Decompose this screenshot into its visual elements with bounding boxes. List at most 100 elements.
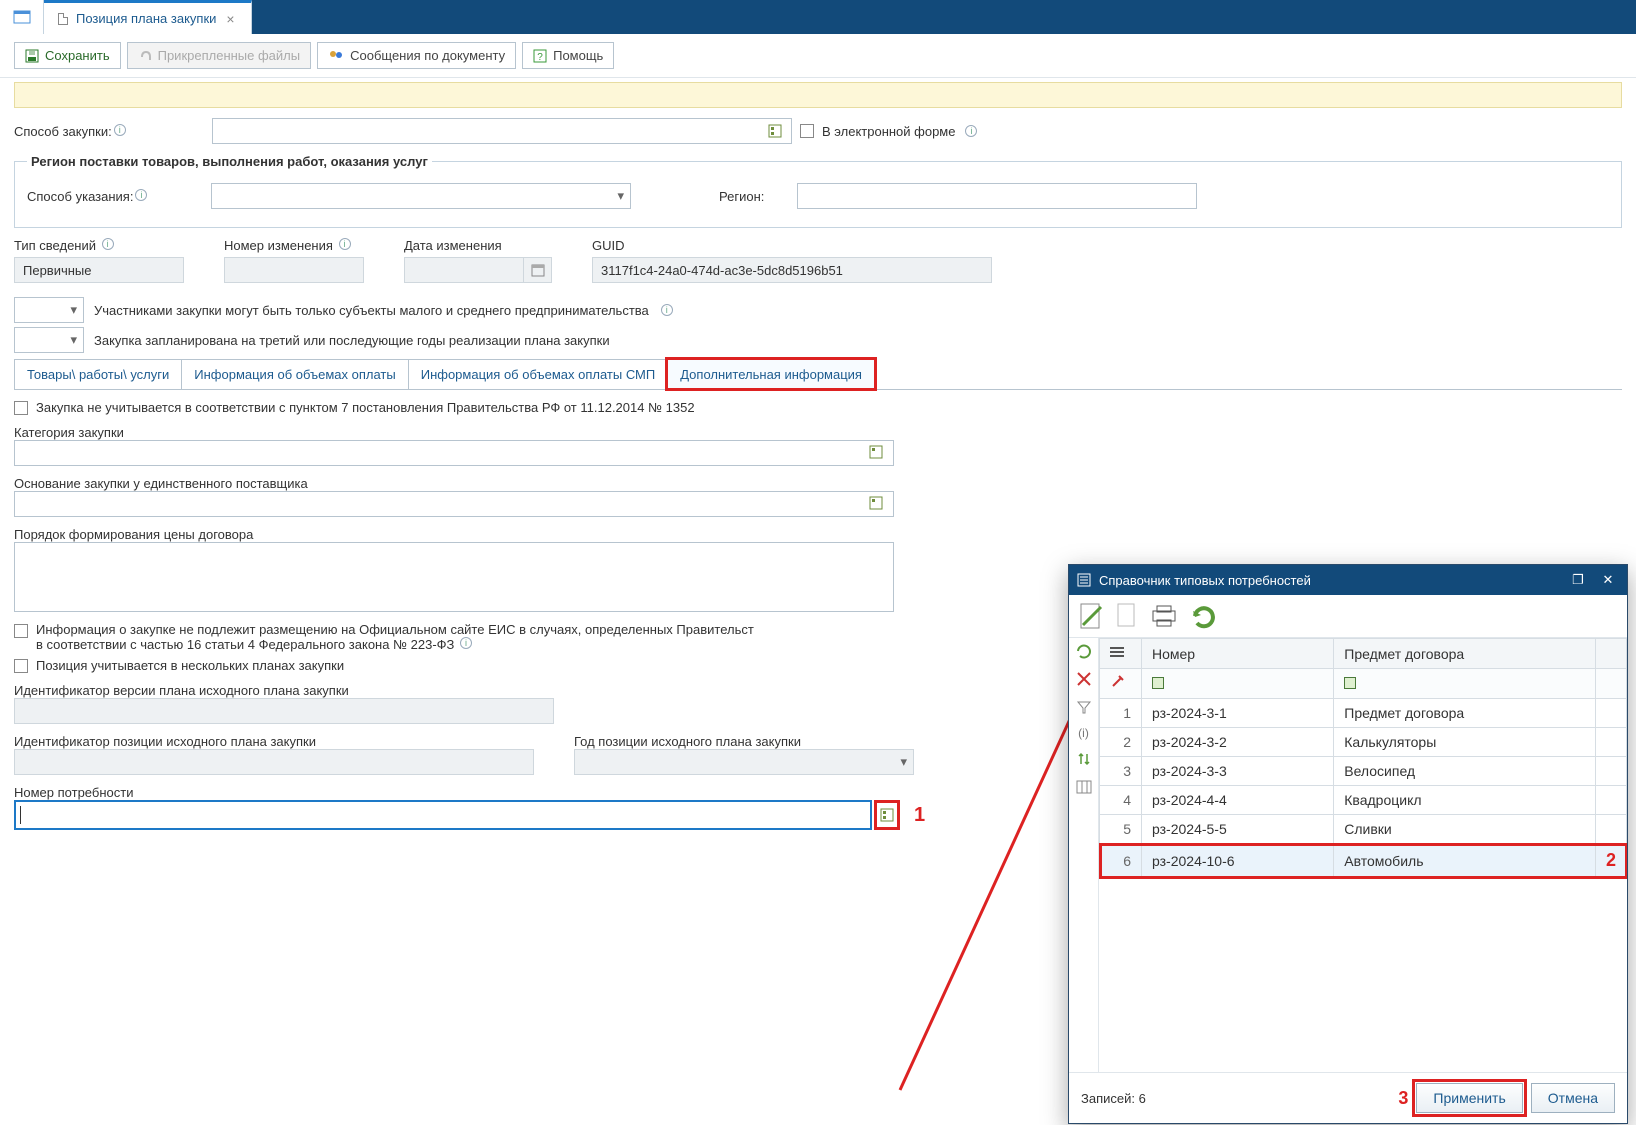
planned-dropdown[interactable]: ▾	[14, 327, 84, 353]
callout-1: 1	[914, 804, 925, 827]
col-menu[interactable]	[1100, 639, 1142, 669]
refresh-icon[interactable]	[1189, 603, 1219, 629]
chk-1352-label: Закупка не учитывается в соответствии с …	[36, 400, 695, 415]
info-type-label: Тип сведений i	[14, 238, 184, 253]
subtab-goods[interactable]: Товары\ работы\ услуги	[14, 359, 182, 389]
dialog-toolbar	[1069, 595, 1627, 638]
multi-plans-label: Позиция учитывается в нескольких планах …	[36, 658, 344, 673]
new-doc-icon[interactable]	[1115, 601, 1139, 631]
messages-label: Сообщения по документу	[350, 48, 505, 63]
info-icon[interactable]: i	[135, 189, 147, 201]
electronic-form-checkbox[interactable]	[800, 124, 814, 138]
info-type-value: Первичные	[14, 257, 184, 283]
info-icon[interactable]: i	[339, 238, 351, 250]
subtab-additional-info[interactable]: Дополнительная информация	[667, 359, 875, 389]
filter-number-cell[interactable]	[1142, 669, 1334, 699]
filter-icon[interactable]	[1075, 698, 1093, 716]
help-button[interactable]: ? Помощь	[522, 42, 614, 69]
chk-eis[interactable]	[14, 624, 28, 638]
dialog-footer: Записей: 6 3 Применить Отмена	[1069, 1072, 1627, 1123]
clear-filter-icon[interactable]	[1075, 670, 1093, 688]
change-date-field[interactable]	[404, 257, 552, 283]
year-pos-label: Год позиции исходного плана закупки	[574, 734, 914, 749]
filter-pin-cell[interactable]	[1100, 669, 1142, 699]
basis-label: Основание закупки у единственного постав…	[14, 476, 1622, 491]
chevron-down-icon: ▾	[617, 188, 624, 204]
col-subject-header[interactable]: Предмет договора	[1334, 639, 1596, 669]
table-row-selected[interactable]: 6 рз-2024-10-6 Автомобиль 2	[1100, 844, 1627, 878]
sort-icon[interactable]	[1075, 750, 1093, 768]
col-spacer	[1595, 639, 1626, 669]
apply-button[interactable]: Применить	[1416, 1083, 1522, 1113]
need-no-lookup-button[interactable]	[874, 800, 900, 830]
home-tab[interactable]	[0, 0, 44, 34]
close-icon[interactable]: ✕	[1597, 572, 1619, 588]
col-number-header[interactable]: Номер	[1142, 639, 1334, 669]
table-row[interactable]: 1 рз-2024-3-1 Предмет договора	[1100, 699, 1627, 728]
chk-multi-plans[interactable]	[14, 659, 28, 673]
subtab-payment-info[interactable]: Информация об объемах оплаты	[181, 359, 408, 389]
messages-button[interactable]: Сообщения по документу	[317, 42, 516, 69]
print-icon[interactable]	[1149, 603, 1179, 629]
planned-text: Закупка запланирована на третий или посл…	[94, 333, 610, 348]
notification-bar	[14, 82, 1622, 108]
cancel-button[interactable]: Отмена	[1531, 1083, 1615, 1113]
info-small-icon[interactable]: (i)	[1078, 726, 1089, 740]
spec-method-select[interactable]: ▾	[211, 183, 631, 209]
chevron-down-icon: ▾	[900, 754, 907, 770]
lookup-icon[interactable]	[865, 496, 887, 513]
table-row[interactable]: 2 рз-2024-3-2 Калькуляторы	[1100, 728, 1627, 757]
spec-method-label: Способ указания:i	[27, 189, 203, 204]
table-row[interactable]: 4 рз-2024-4-4 Квадроцикл	[1100, 786, 1627, 815]
svg-text:?: ?	[537, 52, 543, 63]
info-icon[interactable]: i	[460, 637, 472, 649]
calendar-icon[interactable]	[524, 257, 552, 283]
info-icon[interactable]: i	[661, 304, 673, 316]
need-no-input[interactable]	[14, 800, 872, 830]
tab-close-icon[interactable]: ×	[224, 11, 236, 27]
smb-dropdown[interactable]: ▾	[14, 297, 84, 323]
list-icon	[1077, 573, 1091, 587]
columns-icon[interactable]	[1075, 778, 1093, 796]
dialog-side-toolbar: (i)	[1069, 638, 1099, 1072]
change-no-label: Номер изменения i	[224, 238, 364, 253]
category-label: Категория закупки	[14, 425, 1622, 440]
category-input[interactable]	[14, 440, 894, 466]
price-order-label: Порядок формирования цены договора	[14, 527, 1622, 542]
tab-plan-position[interactable]: Позиция плана закупки ×	[44, 0, 252, 34]
refresh-small-icon[interactable]	[1075, 642, 1093, 660]
maximize-icon[interactable]: ❐	[1567, 572, 1589, 588]
lookup-icon[interactable]	[765, 121, 785, 141]
basis-input[interactable]	[14, 491, 894, 517]
paperclip-icon	[138, 49, 152, 63]
info-icon[interactable]: i	[102, 238, 114, 250]
attachments-button[interactable]: Прикрепленные файлы	[127, 42, 312, 69]
edit-doc-icon[interactable]	[1077, 601, 1105, 631]
reference-table: Номер Предмет договора 1 рз-2024-3-1	[1099, 638, 1627, 878]
change-no-value	[224, 257, 364, 283]
chk-1352[interactable]	[14, 401, 28, 415]
pin-icon	[1110, 675, 1124, 689]
dialog-grid-wrap: Номер Предмет договора 1 рз-2024-3-1	[1099, 638, 1627, 1072]
region-input[interactable]	[797, 183, 1197, 209]
table-row[interactable]: 3 рз-2024-3-3 Велосипед	[1100, 757, 1627, 786]
eis-text2: в соответствии с частью 16 статьи 4 Феде…	[36, 637, 454, 652]
filter-icon	[1344, 677, 1356, 689]
info-icon[interactable]: i	[965, 125, 977, 137]
ver-id-value	[14, 698, 554, 724]
price-order-textarea[interactable]	[14, 542, 894, 612]
lookup-icon[interactable]	[865, 445, 887, 462]
table-row[interactable]: 5 рз-2024-5-5 Сливки	[1100, 815, 1627, 844]
chevron-down-icon: ▾	[70, 302, 77, 318]
year-pos-select[interactable]: ▾	[574, 749, 914, 775]
filter-subject-cell[interactable]	[1334, 669, 1596, 699]
document-icon	[58, 13, 68, 25]
save-button[interactable]: Сохранить	[14, 42, 121, 69]
filter-icon	[1152, 677, 1164, 689]
dialog-titlebar[interactable]: Справочник типовых потребностей ❐ ✕	[1069, 565, 1627, 595]
guid-label: GUID	[592, 238, 992, 253]
change-date-label: Дата изменения	[404, 238, 552, 253]
purchase-method-input[interactable]	[212, 118, 792, 144]
info-icon[interactable]: i	[114, 124, 126, 136]
subtab-payment-smp[interactable]: Информация об объемах оплаты СМП	[408, 359, 669, 389]
